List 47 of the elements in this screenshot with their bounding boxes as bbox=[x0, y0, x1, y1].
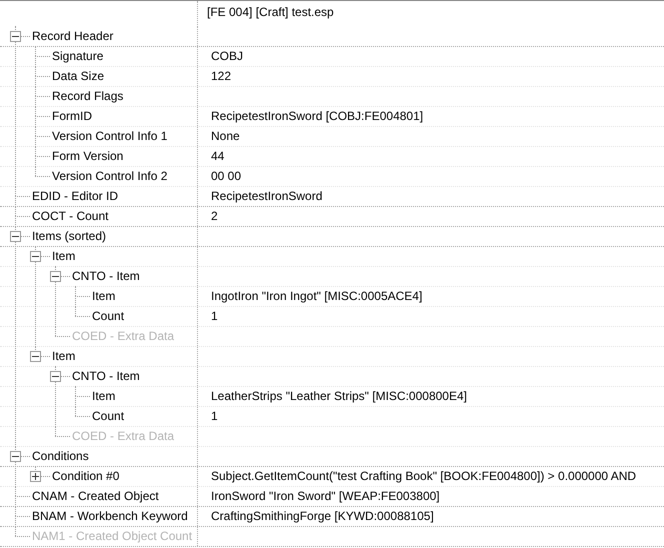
collapse-icon[interactable] bbox=[10, 231, 21, 242]
field-value: 44 bbox=[211, 149, 224, 163]
field-value: 00 00 bbox=[211, 169, 242, 183]
field-name[interactable]: BNAM - Workbench Keyword bbox=[32, 507, 188, 526]
field-name[interactable]: Count bbox=[92, 307, 124, 326]
collapse-icon[interactable] bbox=[10, 451, 21, 462]
collapse-icon[interactable] bbox=[50, 371, 61, 382]
field-name[interactable]: Version Control Info 2 bbox=[52, 167, 168, 186]
field-value: COBJ bbox=[211, 49, 244, 63]
record-title: [FE 004] [Craft] test.esp bbox=[207, 5, 334, 19]
field-name[interactable]: Data Size bbox=[52, 67, 104, 86]
field-name[interactable]: Items (sorted) bbox=[32, 227, 106, 246]
field-value: RecipetestIronSword bbox=[211, 189, 322, 203]
field-name[interactable]: Version Control Info 1 bbox=[52, 127, 168, 146]
field-value: 1 bbox=[211, 409, 218, 423]
field-name[interactable]: CNAM - Created Object bbox=[32, 487, 159, 506]
field-name[interactable]: Item bbox=[52, 247, 76, 266]
field-value: 1 bbox=[211, 309, 218, 323]
field-value: IngotIron "Iron Ingot" [MISC:0005ACE4] bbox=[211, 289, 422, 303]
field-name[interactable]: Item bbox=[92, 287, 116, 306]
field-value: RecipetestIronSword [COBJ:FE004801] bbox=[211, 109, 424, 123]
field-value: CraftingSmithingForge [KYWD:00088105] bbox=[211, 509, 434, 523]
expand-icon[interactable] bbox=[30, 471, 41, 482]
field-name[interactable]: FormID bbox=[52, 107, 92, 126]
field-name[interactable]: Conditions bbox=[32, 447, 89, 466]
field-value: Subject.GetItemCount("test Crafting Book" [BOOK:FE004800]) > 0.000000 AND bbox=[211, 469, 636, 483]
field-value: 2 bbox=[211, 209, 218, 223]
collapse-icon[interactable] bbox=[50, 271, 61, 282]
field-name[interactable]: Signature bbox=[52, 47, 104, 66]
collapse-icon[interactable] bbox=[30, 351, 41, 362]
field-value: IronSword "Iron Sword" [WEAP:FE003800] bbox=[211, 489, 440, 503]
field-name[interactable]: CNTO - Item bbox=[72, 267, 140, 286]
field-name[interactable]: Count bbox=[92, 407, 124, 426]
field-value: LeatherStrips "Leather Strips" [MISC:000800E4] bbox=[211, 389, 467, 403]
field-value: None bbox=[211, 129, 240, 143]
field-name[interactable]: COCT - Count bbox=[32, 207, 108, 226]
collapse-icon[interactable] bbox=[10, 31, 21, 42]
field-name[interactable]: CNTO - Item bbox=[72, 367, 140, 386]
field-name[interactable]: Item bbox=[52, 347, 76, 366]
field-name[interactable]: Item bbox=[92, 387, 116, 406]
field-name[interactable]: EDID - Editor ID bbox=[32, 187, 118, 206]
field-name[interactable]: Record Flags bbox=[52, 87, 124, 106]
field-name[interactable]: Form Version bbox=[52, 147, 124, 166]
collapse-icon[interactable] bbox=[30, 251, 41, 262]
field-name[interactable]: Record Header bbox=[32, 27, 114, 46]
field-name[interactable]: Condition #0 bbox=[52, 467, 120, 486]
field-value: 122 bbox=[211, 69, 232, 83]
